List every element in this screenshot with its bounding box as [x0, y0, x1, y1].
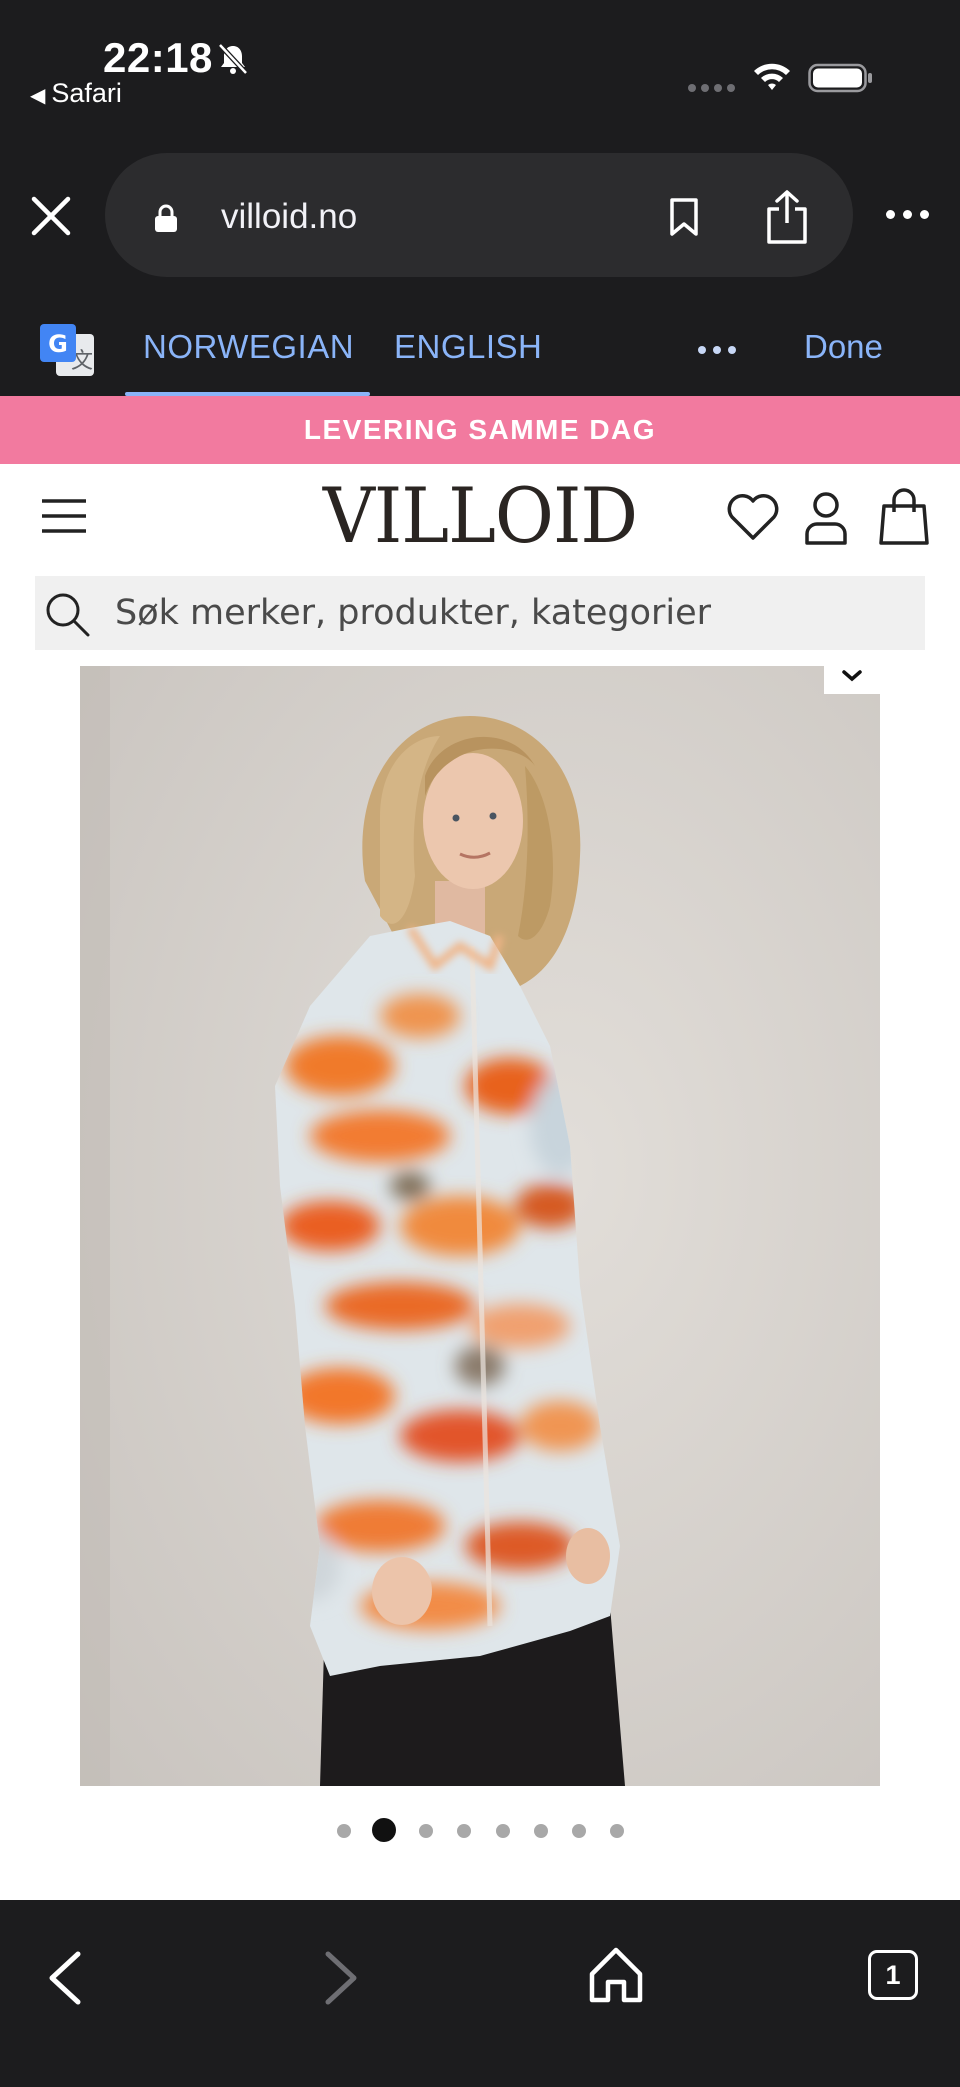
status-time: 22:18: [103, 34, 213, 81]
done-button[interactable]: Done: [804, 328, 883, 366]
svg-text:G: G: [48, 330, 68, 358]
lock-icon: [155, 204, 177, 232]
bookmark-icon[interactable]: [667, 197, 701, 237]
carousel-dot[interactable]: [534, 1824, 548, 1838]
chevron-down-icon: [842, 670, 862, 682]
back-app-label: Safari: [51, 78, 122, 108]
tab-target-language[interactable]: ENGLISH: [394, 328, 542, 366]
cellular-signal-icon: [688, 84, 735, 92]
promo-banner[interactable]: LEVERING SAMME DAG: [0, 396, 960, 464]
translate-more-icon[interactable]: [698, 346, 736, 354]
carousel-dot[interactable]: [572, 1824, 586, 1838]
status-bar: 22:18 ◀ Safari: [0, 0, 960, 150]
more-icon[interactable]: [886, 210, 929, 219]
heart-icon[interactable]: [726, 492, 780, 542]
site-header: VILLOID: [0, 464, 960, 572]
forward-arrow-icon[interactable]: [322, 1950, 362, 2006]
carousel-dot[interactable]: [610, 1824, 624, 1838]
tabs-icon[interactable]: 1: [868, 1950, 918, 2000]
silent-bell-icon: [218, 43, 248, 75]
carousel-dot[interactable]: [457, 1824, 471, 1838]
search-input[interactable]: [115, 576, 905, 650]
back-triangle-icon: ◀: [30, 85, 46, 107]
browser-bottom-toolbar: 1: [0, 1900, 960, 2087]
carousel-dots: [0, 1818, 960, 1842]
browser-toolbar: villoid.no: [0, 150, 960, 280]
carousel-dot[interactable]: [496, 1824, 510, 1838]
back-to-app-link[interactable]: ◀ Safari: [30, 78, 122, 109]
promo-text: LEVERING SAMME DAG: [303, 414, 657, 445]
address-bar[interactable]: villoid.no: [105, 153, 853, 277]
url-text[interactable]: villoid.no: [221, 197, 357, 237]
tab-source-language[interactable]: NORWEGIAN: [143, 328, 354, 366]
product-image[interactable]: [80, 666, 880, 1786]
close-icon[interactable]: [30, 195, 72, 237]
carousel-dot[interactable]: [337, 1824, 351, 1838]
carousel-dot[interactable]: [419, 1824, 433, 1838]
search-bar[interactable]: [35, 576, 925, 650]
wifi-icon: [754, 63, 790, 90]
woman-in-orange-blurred-print-shirt: [80, 666, 880, 1786]
translate-bar: 文 G NORWEGIAN ENGLISH Done: [0, 280, 960, 396]
search-icon: [46, 593, 90, 637]
battery-icon: [808, 63, 872, 93]
back-arrow-icon[interactable]: [44, 1950, 84, 2006]
carousel-dot-active[interactable]: [372, 1818, 396, 1842]
account-icon[interactable]: [804, 490, 848, 546]
google-translate-icon[interactable]: 文 G: [38, 322, 96, 378]
collapse-button[interactable]: [824, 662, 880, 694]
home-icon[interactable]: [588, 1946, 644, 2004]
shopping-bag-icon[interactable]: [878, 486, 930, 546]
share-icon[interactable]: [765, 189, 809, 245]
